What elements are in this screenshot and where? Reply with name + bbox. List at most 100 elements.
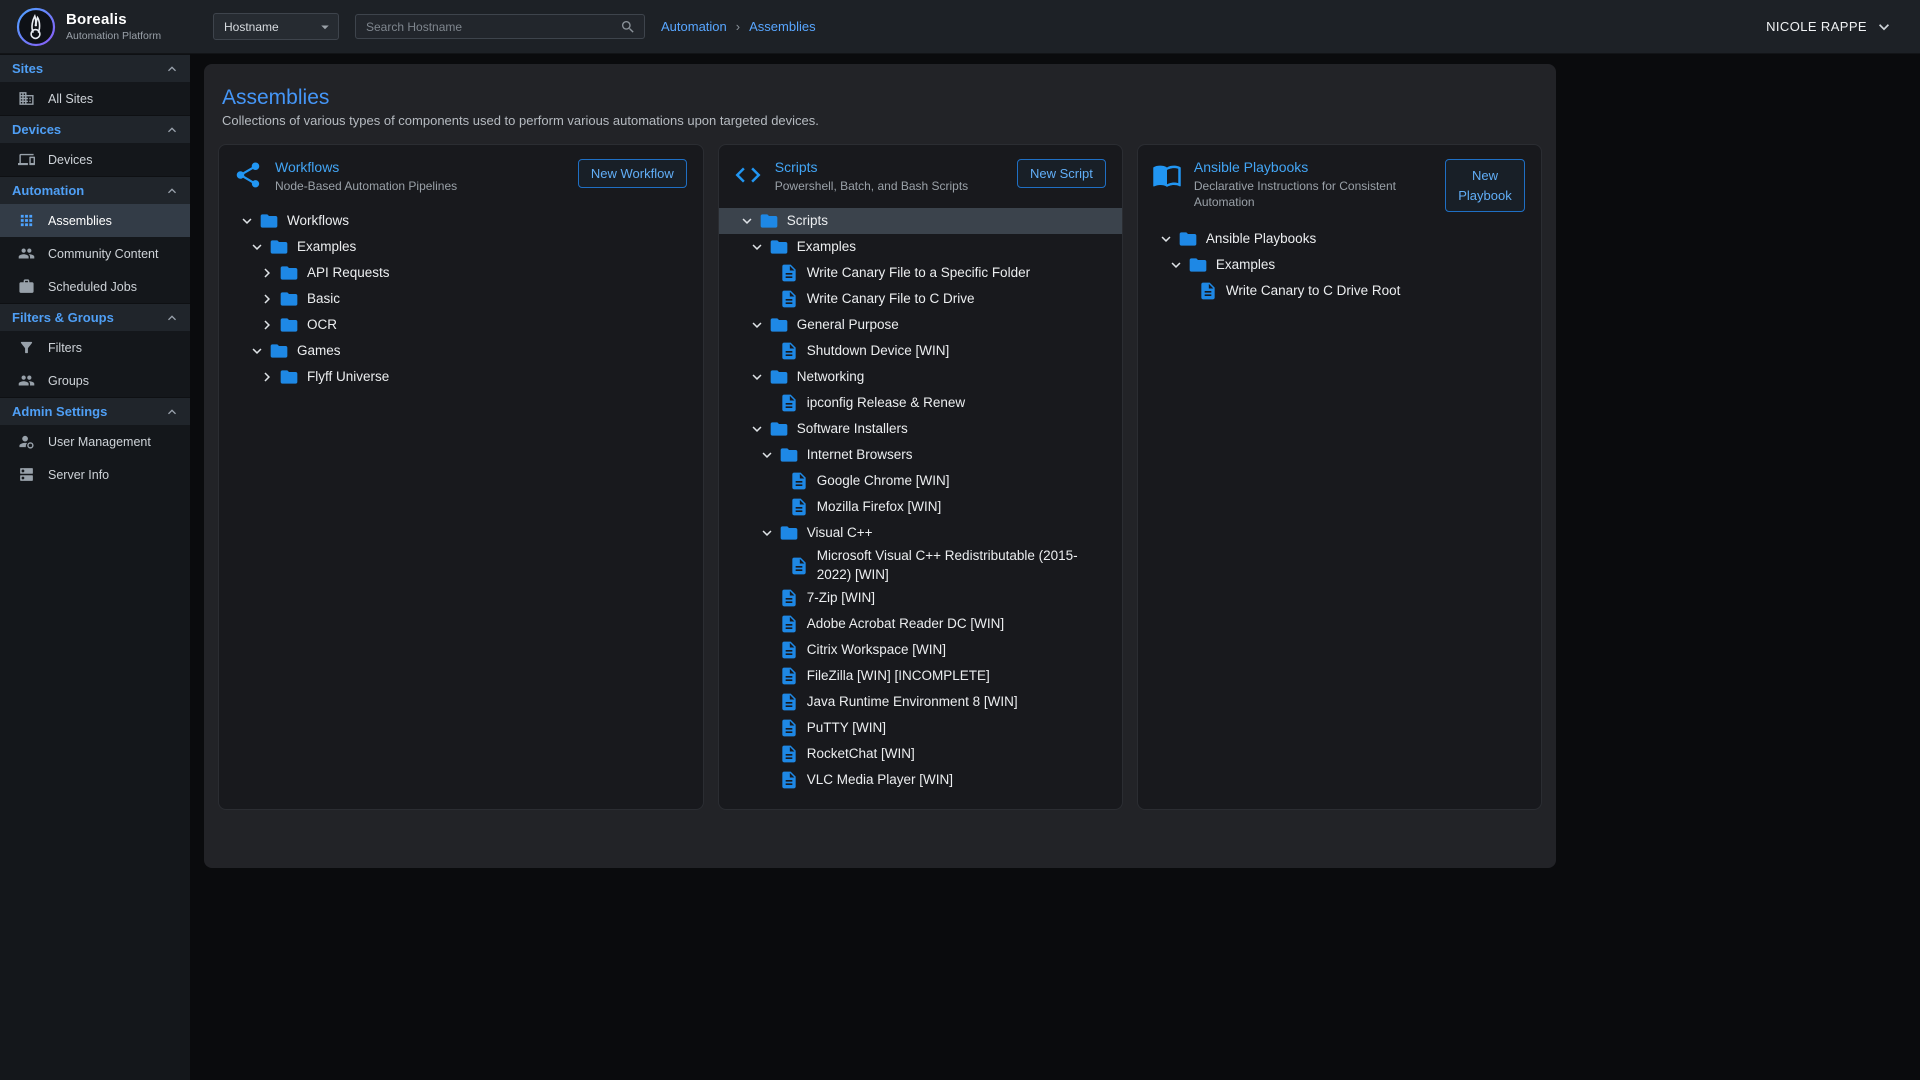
chevron-right-icon-slot[interactable] [255,313,279,337]
file-icon [789,556,809,576]
chevron-up-icon [164,122,180,138]
chevron-down-icon-slot[interactable] [745,365,769,389]
sidebar-section-header-admin-settings[interactable]: Admin Settings [0,397,190,425]
tree-item-ansible-playbooks[interactable]: Ansible Playbooks [1138,226,1541,252]
hostname-select[interactable]: Hostname [213,13,339,40]
tree-item-workflows[interactable]: Workflows [219,208,703,234]
tree-item-7-zip-win[interactable]: 7-Zip [WIN] [719,585,1122,611]
sidebar-item-filters[interactable]: Filters [0,331,190,364]
tree-item-write-canary-file-to-c-drive[interactable]: Write Canary File to C Drive [719,286,1122,312]
chevron-down-icon-slot[interactable] [745,313,769,337]
chevron-down-icon-slot[interactable] [245,235,269,259]
tree-item-write-canary-to-c-drive-root[interactable]: Write Canary to C Drive Root [1138,278,1541,304]
chevron-down-icon-slot[interactable] [735,209,759,233]
panel-subtitle: Powershell, Batch, and Bash Scripts [775,178,1005,194]
devices-icon [18,151,35,168]
tree-item-label: Workflows [287,211,349,231]
tree-item-filezilla-win-incomplete[interactable]: FileZilla [WIN] [INCOMPLETE] [719,663,1122,689]
tree-item-networking[interactable]: Networking [719,364,1122,390]
tree-item-flyff-universe[interactable]: Flyff Universe [219,364,703,390]
tree-item-internet-browsers[interactable]: Internet Browsers [719,442,1122,468]
tree-item-java-runtime-environment-8-win[interactable]: Java Runtime Environment 8 [WIN] [719,689,1122,715]
chevron-down-icon-slot[interactable] [755,443,779,467]
breadcrumb-link-assemblies[interactable]: Assemblies [749,19,815,34]
tree-item-examples[interactable]: Examples [219,234,703,260]
chevron-down-icon [738,212,756,230]
chevron-down-icon-slot[interactable] [745,235,769,259]
chevron-down-icon-slot[interactable] [235,209,259,233]
tree-item-visual-c[interactable]: Visual C++ [719,520,1122,546]
chevron-down-icon-slot[interactable] [745,417,769,441]
tree-item-vlc-media-player-win[interactable]: VLC Media Player [WIN] [719,767,1122,793]
new-script-button[interactable]: New Script [1017,159,1106,188]
tree-item-scripts[interactable]: Scripts [719,208,1122,234]
folder-icon [759,211,779,231]
file-icon [779,744,799,764]
people-icon [18,245,35,262]
tree-item-mozilla-firefox-win[interactable]: Mozilla Firefox [WIN] [719,494,1122,520]
breadcrumb-link-automation[interactable]: Automation [661,19,727,34]
sidebar-item-community-content[interactable]: Community Content [0,237,190,270]
sidebar-item-server-info[interactable]: Server Info [0,458,190,491]
tree-item-examples[interactable]: Examples [1138,252,1541,278]
tree-item-ipconfig-release-renew[interactable]: ipconfig Release & Renew [719,390,1122,416]
sidebar-item-all-sites[interactable]: All Sites [0,82,190,115]
tree-item-general-purpose[interactable]: General Purpose [719,312,1122,338]
sidebar-item-devices[interactable]: Devices [0,143,190,176]
tree-item-rocketchat-win[interactable]: RocketChat [WIN] [719,741,1122,767]
chevron-spacer [755,586,779,610]
sidebar-item-scheduled-jobs[interactable]: Scheduled Jobs [0,270,190,303]
tree-item-write-canary-file-to-a-specific-folder[interactable]: Write Canary File to a Specific Folder [719,260,1122,286]
chevron-down-icon [758,524,776,542]
folder-icon [769,315,789,335]
tree-item-software-installers[interactable]: Software Installers [719,416,1122,442]
chevron-down-icon [748,368,766,386]
new-workflow-button[interactable]: New Workflow [578,159,687,188]
chevron-spacer [755,638,779,662]
page-title: Assemblies [222,86,1542,110]
chevron-down-icon-slot[interactable] [245,339,269,363]
search-input[interactable] [364,19,620,35]
chevron-down-icon-slot[interactable] [755,521,779,545]
server-icon [18,466,35,483]
tree-item-citrix-workspace-win[interactable]: Citrix Workspace [WIN] [719,637,1122,663]
main-card: Assemblies Collections of various types … [204,64,1556,868]
tree-item-putty-win[interactable]: PuTTY [WIN] [719,715,1122,741]
tree-item-label: Scripts [787,211,828,231]
sidebar-item-user-management[interactable]: User Management [0,425,190,458]
dropdown-arrow-icon [316,18,334,36]
tree-item-adobe-acrobat-reader-dc-win[interactable]: Adobe Acrobat Reader DC [WIN] [719,611,1122,637]
tree-item-examples[interactable]: Examples [719,234,1122,260]
search-icon [620,19,636,35]
sidebar-item-groups[interactable]: Groups [0,364,190,397]
folder-icon [779,523,799,543]
chevron-down-icon-slot[interactable] [1164,253,1188,277]
chevron-right-icon-slot[interactable] [255,261,279,285]
user-menu[interactable]: NICOLE RAPPE [1766,17,1894,37]
chevron-spacer [755,768,779,792]
chevron-right-icon-slot[interactable] [255,287,279,311]
sidebar-section-header-sites[interactable]: Sites [0,54,190,82]
new-playbook-button[interactable]: New Playbook [1445,159,1525,212]
chevron-spacer [755,339,779,363]
tree-item-ocr[interactable]: OCR [219,312,703,338]
tree-item-api-requests[interactable]: API Requests [219,260,703,286]
sidebar-section-header-automation[interactable]: Automation [0,176,190,204]
chevron-down-icon-slot[interactable] [1154,227,1178,251]
user-name: NICOLE RAPPE [1766,19,1867,34]
tree-item-games[interactable]: Games [219,338,703,364]
tree-item-label: Google Chrome [WIN] [817,471,950,491]
tree-item-shutdown-device-win[interactable]: Shutdown Device [WIN] [719,338,1122,364]
brand-name: Borealis [66,11,161,28]
sidebar-section-header-filters-groups[interactable]: Filters & Groups [0,303,190,331]
sidebar-section-label: Devices [12,122,61,137]
tree-item-basic[interactable]: Basic [219,286,703,312]
tree-item-microsoft-visual-c-redistributable-2015-2022-win[interactable]: Microsoft Visual C++ Redistributable (20… [719,546,1122,585]
chevron-right-icon-slot[interactable] [255,365,279,389]
tree-item-google-chrome-win[interactable]: Google Chrome [WIN] [719,468,1122,494]
file-icon [779,718,799,738]
file-icon [1198,281,1218,301]
sidebar-section-header-devices[interactable]: Devices [0,115,190,143]
sidebar-item-assemblies[interactable]: Assemblies [0,204,190,237]
chevron-up-icon [164,183,180,199]
